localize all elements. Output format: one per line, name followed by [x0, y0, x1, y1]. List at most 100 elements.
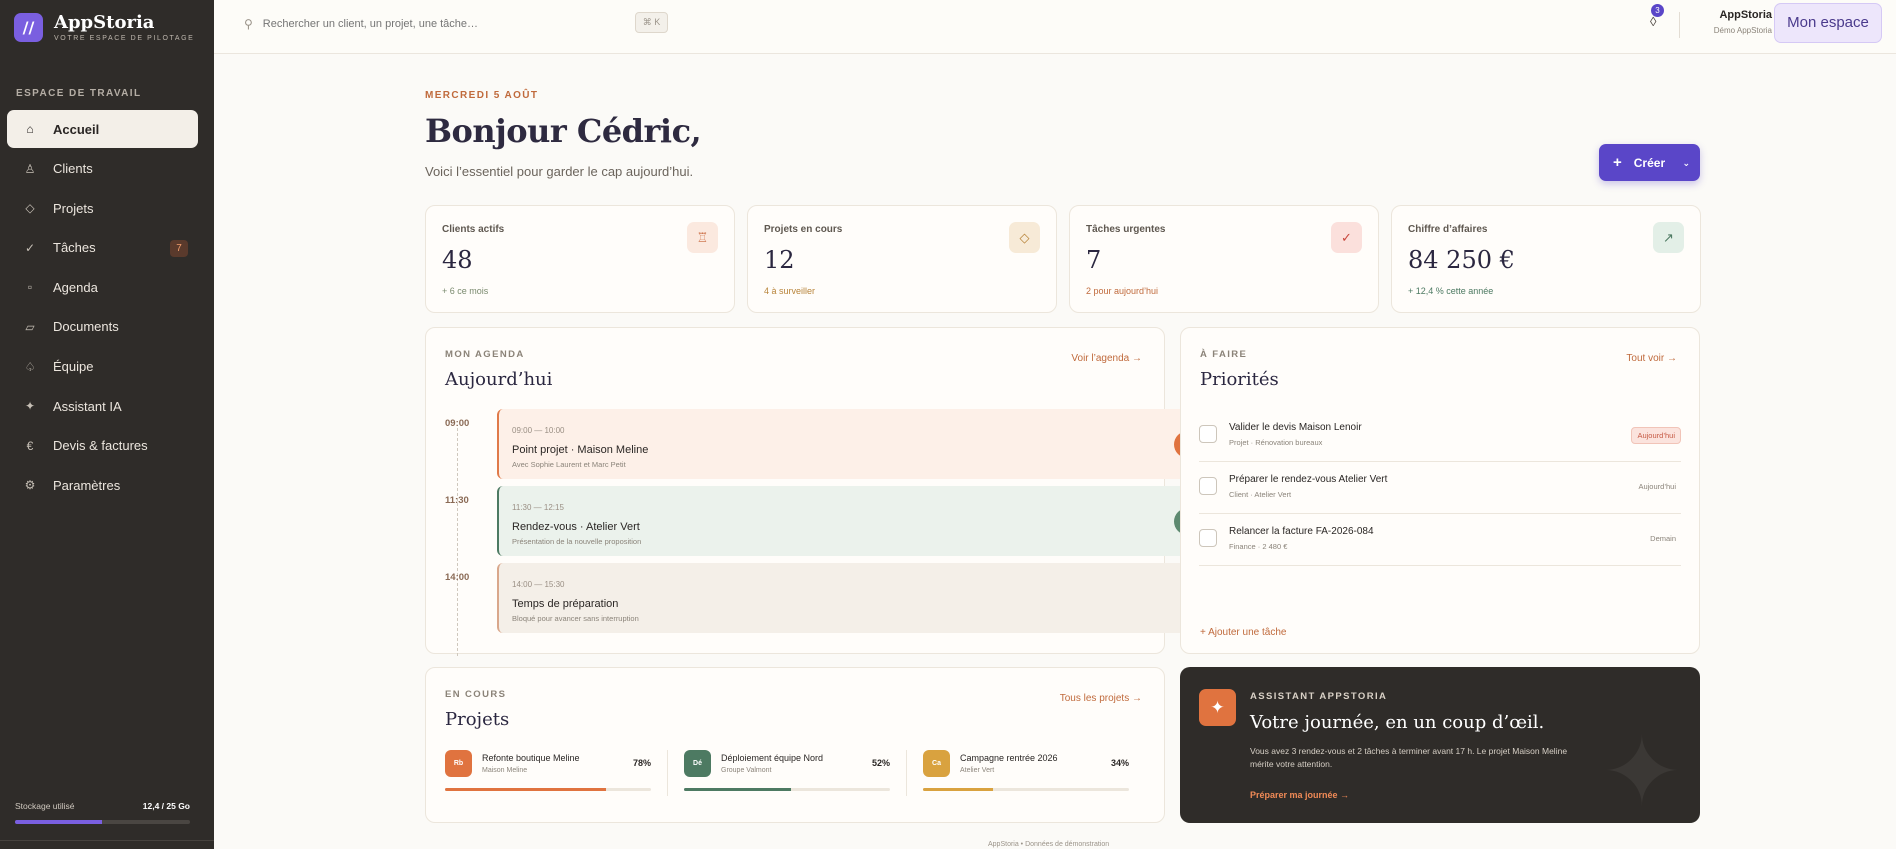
- user-menu[interactable]: AppStoria Démo AppStoria: [1692, 9, 1772, 35]
- event-hour: 09:00: [445, 418, 470, 429]
- sidebar-item-clients[interactable]: ♙ Clients: [7, 150, 198, 188]
- task-checkbox[interactable]: [1199, 425, 1217, 443]
- sidebar-item-accueil[interactable]: ⌂ Accueil: [7, 110, 198, 148]
- task-checkbox[interactable]: [1199, 529, 1217, 547]
- priorities-title: Priorités: [1200, 369, 1279, 390]
- task-title[interactable]: Valider le devis Maison Lenoir: [1229, 422, 1362, 433]
- kpi-label: Projets en cours: [764, 224, 843, 235]
- storage-bar: [15, 820, 190, 824]
- kpi-label: Chiffre d’affaires: [1408, 224, 1488, 235]
- event-hour: 14:00: [445, 572, 470, 583]
- view-all-projects-link[interactable]: Tous les projets →: [1060, 693, 1142, 704]
- kpi-card-projects[interactable]: Projets en cours 12 4 à surveiller ◇: [747, 205, 1057, 313]
- sidebar-item-agenda[interactable]: ▫ Agenda: [7, 268, 198, 306]
- plus-icon: +: [1613, 154, 1622, 171]
- event-description: Avec Sophie Laurent et Marc Petit: [512, 460, 626, 469]
- sidebar-item-projets[interactable]: ◇ Projets: [7, 189, 198, 227]
- brand-tagline: VOTRE ESPACE DE PILOTAGE: [54, 35, 195, 42]
- prepare-day-link[interactable]: Préparer ma journée →: [1250, 790, 1349, 800]
- project-card[interactable]: Ca Campagne rentrée 2026 Atelier Vert 34…: [923, 750, 1129, 796]
- kpi-label: Tâches urgentes: [1086, 224, 1166, 235]
- task-row: Valider le devis Maison Lenoir Projet · …: [1199, 410, 1681, 462]
- my-space-button[interactable]: Mon espace: [1774, 3, 1882, 43]
- project-card[interactable]: Rb Refonte boutique Meline Maison Meline…: [445, 750, 651, 796]
- search-shortcut: ⌘ K: [635, 12, 668, 33]
- kpi-card-urgent-tasks[interactable]: Tâches urgentes 7 2 pour aujourd’hui ✓: [1069, 205, 1379, 313]
- event-description: Bloqué pour avancer sans interruption: [512, 614, 639, 623]
- sidebar-item-devis-factures[interactable]: € Devis & factures: [7, 427, 198, 465]
- kpi-sub: + 12,4 % cette année: [1408, 286, 1494, 296]
- project-badge: Rb: [445, 750, 472, 777]
- search-input[interactable]: [262, 18, 623, 30]
- project-progress-bar: [923, 788, 1129, 791]
- project-card[interactable]: Dé Déploiement équipe Nord Groupe Valmon…: [684, 750, 890, 796]
- sidebar-divider: [0, 840, 214, 841]
- kpi-sub: 4 à surveiller: [764, 286, 816, 296]
- person-icon: ♙: [24, 161, 36, 176]
- priorities-panel: À FAIRE Priorités Tout voir → Valider le…: [1180, 327, 1700, 654]
- kpi-card-revenue[interactable]: Chiffre d’affaires 84 250 € + 12,4 % cet…: [1391, 205, 1701, 313]
- create-button[interactable]: + Créer ⌄: [1599, 144, 1700, 181]
- add-task-link[interactable]: + Ajouter une tâche: [1200, 627, 1286, 638]
- event-title: Point projet · Maison Meline: [512, 444, 649, 456]
- agenda-event[interactable]: 11:30 — 12:15 Rendez-vous · Atelier Vert…: [497, 486, 1211, 556]
- task-due: Aujourd’hui: [1638, 482, 1676, 491]
- task-checkbox[interactable]: [1199, 477, 1217, 495]
- storage-label: Stockage utilisé: [15, 801, 75, 811]
- brand[interactable]: // AppStoria VOTRE ESPACE DE PILOTAGE: [14, 13, 194, 42]
- event-time: 14:00 — 15:30: [512, 580, 565, 589]
- diamond-icon: ◇: [1009, 222, 1040, 253]
- chevron-down-icon[interactable]: ⌄: [1682, 158, 1690, 169]
- task-title[interactable]: Relancer la facture FA-2026-084: [1229, 526, 1374, 537]
- user-name: AppStoria: [1719, 9, 1772, 21]
- agenda-event[interactable]: 14:00 — 15:30 Temps de préparation Bloqu…: [497, 563, 1211, 633]
- task-meta: Finance · 2 480 €: [1229, 542, 1288, 551]
- sparkle-decoration-icon: ✦: [1601, 719, 1682, 823]
- assistant-kicker: ASSISTANT APPSTORIA: [1250, 691, 1388, 702]
- storage-value: 12,4 / 25 Go: [142, 801, 190, 811]
- euro-icon: €: [26, 438, 34, 453]
- view-all-tasks-link[interactable]: Tout voir →: [1626, 353, 1677, 364]
- search-icon: ⚲: [244, 17, 253, 31]
- calendar-icon: ▫: [27, 280, 33, 295]
- project-badge: Dé: [684, 750, 711, 777]
- sidebar-item-taches[interactable]: ✓ Tâches 7: [7, 229, 198, 267]
- project-name: Campagne rentrée 2026: [960, 753, 1058, 763]
- agenda-event[interactable]: 09:00 — 10:00 Point projet · Maison Meli…: [497, 409, 1211, 479]
- sidebar-item-label: Devis & factures: [53, 438, 148, 454]
- project-client: Groupe Valmont: [721, 767, 772, 774]
- page-title: Bonjour Cédric,: [425, 112, 702, 150]
- project-progress-fill: [684, 788, 792, 791]
- sidebar-item-parametres[interactable]: ⚙ Paramètres: [7, 466, 198, 504]
- sidebar-item-label: Paramètres: [53, 477, 121, 493]
- sidebar-nav: ⌂ Accueil ♙ Clients ◇ Projets ✓ Tâches 7…: [7, 110, 198, 506]
- home-icon: ⌂: [26, 122, 34, 136]
- projects-panel: EN COURS Projets Tous les projets → Rb R…: [425, 667, 1165, 823]
- kpi-sub: + 6 ce mois: [442, 286, 489, 296]
- search-bar[interactable]: ⚲: [244, 13, 664, 35]
- priorities-kicker: À FAIRE: [1200, 349, 1248, 360]
- kpi-value: 12: [764, 246, 795, 274]
- sidebar-item-equipe[interactable]: ♤ Équipe: [7, 348, 198, 386]
- sidebar-section-label: ESPACE DE TRAVAIL: [16, 88, 142, 99]
- kpi-card-clients[interactable]: Clients actifs 48 + 6 ce mois ♖: [425, 205, 735, 313]
- event-title: Rendez-vous · Atelier Vert: [512, 521, 640, 533]
- assistant-panel: ✦ ✦ ASSISTANT APPSTORIA Votre journée, e…: [1180, 667, 1700, 823]
- project-percent: 78%: [632, 758, 651, 768]
- tasks-count-badge: 7: [170, 239, 188, 257]
- sidebar-item-label: Assistant IA: [53, 398, 122, 414]
- sidebar-item-assistant-ia[interactable]: ✦ Assistant IA: [7, 387, 198, 425]
- sidebar-item-documents[interactable]: ▱ Documents: [7, 308, 198, 346]
- gear-icon: ⚙: [24, 478, 36, 493]
- task-title[interactable]: Préparer le rendez-vous Atelier Vert: [1229, 474, 1387, 485]
- view-agenda-link[interactable]: Voir l’agenda →: [1071, 353, 1142, 364]
- sidebar-item-label: Tâches: [53, 240, 96, 256]
- diamond-icon: ◇: [25, 201, 35, 216]
- event-time: 09:00 — 10:00: [512, 426, 565, 435]
- sidebar-item-label: Projets: [53, 200, 94, 216]
- kpi-sub: 2 pour aujourd’hui: [1086, 286, 1159, 296]
- sparkle-icon: ✦: [1199, 689, 1236, 726]
- create-button-label: Créer: [1633, 155, 1666, 170]
- assistant-title: Votre journée, en un coup d’œil.: [1250, 712, 1545, 733]
- task-due-badge: Aujourd’hui: [1631, 427, 1681, 444]
